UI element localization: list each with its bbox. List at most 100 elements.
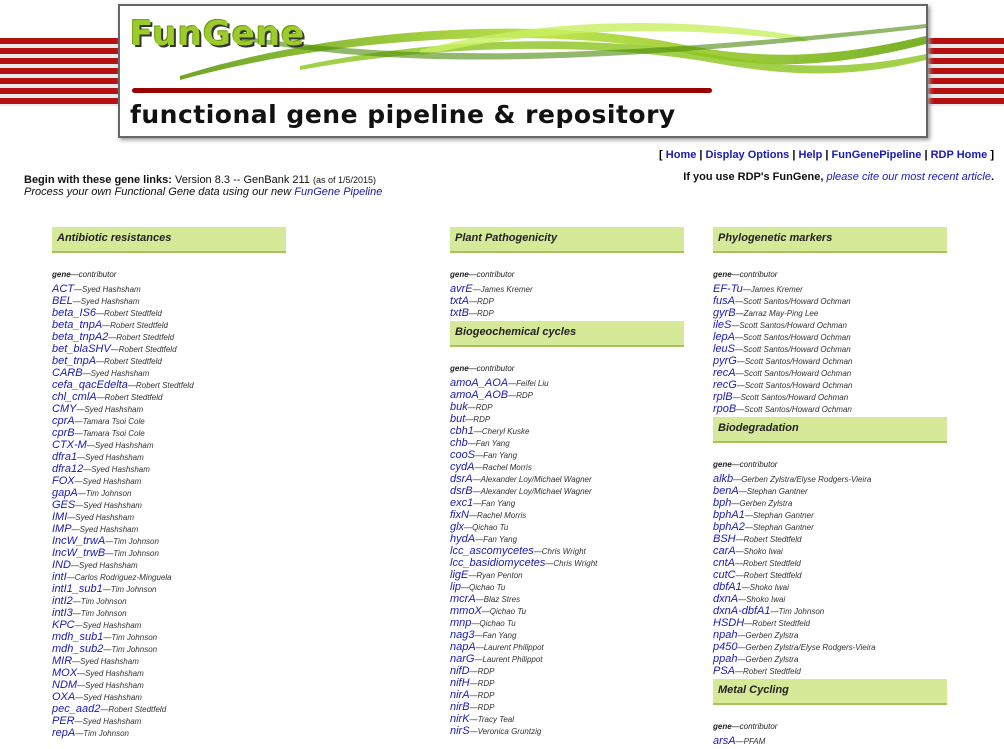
list-header-gene: gene [713, 722, 732, 731]
list-header: gene—contributor [450, 269, 684, 281]
nav-bracket-open: [ [659, 149, 663, 161]
nav-sep: | [699, 149, 703, 161]
gene-row: lepA—Scott Santos/Howard Ochman [713, 329, 947, 343]
contributor-dash: — [735, 737, 744, 746]
gene-row: hydA—Fan Yang [450, 531, 684, 545]
gene-row: intI1_sub1—Tim Johnson [52, 581, 286, 595]
asof-text: (as of 1/5/2015) [312, 175, 377, 185]
gene-row: mdh_sub1—Tim Johnson [52, 629, 286, 643]
section-heading-plant-pathogenicity: Plant Pathogenicity [450, 227, 684, 253]
list-header-gene: gene [52, 270, 71, 279]
gene-row: IncW_trwA—Tim Johnson [52, 533, 286, 547]
gene-row: dfra12—Syed Hashsham [52, 461, 286, 475]
gene-row: lcc_ascomycetes—Chris Wright [450, 543, 684, 557]
gene-row: bphA2—Stephan Gantner [713, 519, 947, 533]
gene-row: nifD—RDP [450, 663, 684, 677]
citation-prefix: If you use RDP's FunGene, [683, 171, 824, 183]
intro-heading: Begin with these gene links: [24, 174, 172, 186]
list-header-contributor: —contributor [468, 270, 515, 279]
gene-row: beta_IS6—Robert Stedtfeld [52, 305, 286, 319]
gene-row: recA—Scott Santos/Howard Ochman [713, 365, 947, 379]
version-text: Version 8.3 -- GenBank 211 [174, 174, 310, 186]
gene-row: EF-Tu—James Kremer [713, 281, 947, 295]
citation-note: If you use RDP's FunGene, please cite ou… [683, 171, 994, 183]
gene-link[interactable]: arsA [713, 735, 736, 747]
gene-row: glx—Qichao Tu [450, 519, 684, 533]
list-header-contributor: —contributor [70, 270, 117, 279]
gene-link[interactable]: PSA [713, 665, 735, 677]
gene-row: cbh1—Cheryl Kuske [450, 423, 684, 437]
nav-help-link[interactable]: Help [799, 149, 823, 161]
gene-row: amoA_AOA—Feifei Liu [450, 375, 684, 389]
gene-row: dsrA—Alexander Loy/Michael Wagner [450, 471, 684, 485]
gene-link[interactable]: repA [52, 727, 75, 739]
gene-link[interactable]: txtB [450, 307, 469, 319]
gene-row: bph—Gerben Zylstra [713, 495, 947, 509]
gene-row: carA—Shoko Iwai [713, 543, 947, 557]
list-header: gene—contributor [713, 269, 947, 281]
gene-row: gyrB—Zarraz May-Ping Lee [713, 305, 947, 319]
gene-row: alkb—Gerben Zylstra/Elyse Rodgers-Vieira [713, 471, 947, 485]
section-heading-biodegradation: Biodegradation [713, 417, 947, 443]
gene-row: bet_blaSHV—Robert Stedtfeld [52, 341, 286, 355]
gene-row: GES—Syed Hashsham [52, 497, 286, 511]
section-gene-list: gene—contributor alkb—Gerben Zylstra/Elys… [713, 443, 947, 679]
contributor-dash: — [468, 309, 477, 318]
gene-row: MOX—Syed Hashsham [52, 665, 286, 679]
gene-row: rplB—Scott Santos/Howard Ochman [713, 389, 947, 403]
gene-row: but—RDP [450, 411, 684, 425]
gene-row: CARB—Syed Hashsham [52, 365, 286, 379]
gene-row: napA—Laurent Philippot [450, 639, 684, 653]
gene-link[interactable]: rpoB [713, 403, 736, 415]
contributor-name: RDP [476, 309, 494, 318]
nav-fungenepipeline-link[interactable]: FunGenePipeline [832, 149, 922, 161]
contributor-name: RDP [516, 391, 533, 400]
gene-row: ppah—Gerben Zylstra [713, 651, 947, 665]
gene-row: cprB—Tamara Tsoi Cole [52, 425, 286, 439]
section-gene-list: gene—contributor ACT—Syed Hashsham BEL—Sye… [52, 253, 286, 741]
contributor-name: Tim Johnson [83, 729, 129, 738]
section-heading-phylogenetic-markers: Phylogenetic markers [713, 227, 947, 253]
gene-row: dfra1—Syed Hashsham [52, 449, 286, 463]
gene-row: cooS—Fan Yang [450, 447, 684, 461]
gene-row: nirA—RDP [450, 687, 684, 701]
gene-row: repA—Tim Johnson [52, 725, 286, 739]
gene-row: IncW_trwB—Tim Johnson [52, 545, 286, 559]
gene-row: lip—Qichao Tu [450, 579, 684, 593]
gene-row: fixN—Rachel Morris [450, 507, 684, 521]
gene-column-1: Antibiotic resistances gene—contributor AC… [52, 227, 286, 741]
gene-row: CTX-M—Syed Hashsham [52, 437, 286, 451]
list-header-gene: gene [450, 364, 469, 373]
fungene-banner: FunGene functional gene pipeline & repos… [118, 4, 928, 138]
gene-row: intI—Carlos Rodriguez-Minguela [52, 569, 286, 583]
section-gene-list: gene—contributor amoA_AOA—Feifei Liu amoA_… [450, 347, 684, 739]
pipeline-link[interactable]: FunGene Pipeline [294, 186, 382, 198]
list-header: gene—contributor [713, 459, 947, 471]
gene-row: dsrB—Alexander Loy/Michael Wagner [450, 483, 684, 497]
nav-rdp-home-link[interactable]: RDP Home [931, 149, 988, 161]
citation-link[interactable]: please cite our most recent article [826, 171, 990, 183]
gene-row: intI2—Tim Johnson [52, 593, 286, 607]
section-gene-list: gene—contributor arsA—PFAM [713, 705, 947, 749]
gene-row: ileS—Scott Santos/Howard Ochman [713, 317, 947, 331]
gene-row: nirK—Tracy Teal [450, 711, 684, 725]
gene-link[interactable]: nirS [450, 725, 470, 737]
gene-row: gapA—Tim Johnson [52, 485, 286, 499]
gene-row: amoA_AOB—RDP [450, 387, 684, 401]
nav-display-options-link[interactable]: Display Options [706, 149, 790, 161]
gene-row: CMY—Syed Hashsham [52, 401, 286, 415]
list-header: gene—contributor [450, 363, 684, 375]
gene-row: mnp—Qichao Tu [450, 615, 684, 629]
list-header-gene: gene [450, 270, 469, 279]
gene-row: ACT—Syed Hashsham [52, 281, 286, 295]
nav-home-link[interactable]: Home [666, 149, 697, 161]
section-heading-antibiotic-resistances: Antibiotic resistances [52, 227, 286, 253]
gene-row: MIR—Syed Hashsham [52, 653, 286, 667]
gene-row: IMI—Syed Hashsham [52, 509, 286, 523]
contributor-dash: — [735, 667, 744, 676]
intro-text: Begin with these gene links: Version 8.3… [24, 174, 382, 198]
gene-row: IMP—Syed Hashsham [52, 521, 286, 535]
contributor-dash: — [508, 391, 517, 400]
gene-row: cntA—Robert Stedtfeld [713, 555, 947, 569]
banner-tagline: functional gene pipeline & repository [130, 100, 676, 129]
